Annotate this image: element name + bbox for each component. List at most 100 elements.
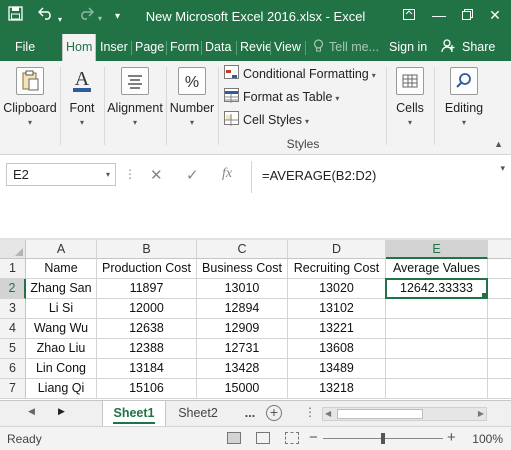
scroll-left-icon[interactable]: ◀	[325, 408, 331, 420]
cell-d2[interactable]: 13020	[288, 279, 386, 299]
cell-e7[interactable]	[386, 379, 488, 399]
tab-home[interactable]: Hom	[62, 34, 96, 61]
drag-handle-icon[interactable]: ⋮	[124, 167, 136, 181]
share-button[interactable]: Share	[459, 34, 499, 61]
cell-d3[interactable]: 13102	[288, 299, 386, 319]
tab-file[interactable]: File	[12, 34, 52, 61]
cancel-icon[interactable]: ✕	[150, 166, 163, 184]
cell-overflow[interactable]	[488, 319, 511, 339]
cell-b2[interactable]: 11897	[97, 279, 197, 299]
formula-input[interactable]: =AVERAGE(B2:D2)	[262, 168, 376, 183]
editing-group[interactable]: Editing ▾	[436, 61, 492, 155]
sheet-tab-sheet2[interactable]: Sheet2	[168, 401, 228, 426]
conditional-formatting-button[interactable]: Conditional Formatting ▾	[224, 64, 376, 84]
sheet-tab-sheet1[interactable]: Sheet1	[102, 401, 166, 426]
row-header-4[interactable]: 4	[0, 319, 26, 339]
cell-overflow[interactable]	[488, 299, 511, 319]
cell-b4[interactable]: 12638	[97, 319, 197, 339]
chevron-down-icon[interactable]: ▾	[106, 164, 110, 185]
cell-a6[interactable]: Lin Cong	[26, 359, 97, 379]
cells-group[interactable]: Cells ▾	[388, 61, 432, 155]
column-header-e[interactable]: E	[386, 240, 488, 259]
cell-e5[interactable]	[386, 339, 488, 359]
collapse-ribbon-icon[interactable]: ▲	[494, 139, 503, 149]
scrollbar-thumb[interactable]	[337, 409, 423, 419]
tab-formulas[interactable]: Form	[167, 34, 201, 61]
cell-e6[interactable]	[386, 359, 488, 379]
row-header-1[interactable]: 1	[0, 259, 26, 279]
cell-b3[interactable]: 12000	[97, 299, 197, 319]
cell-overflow[interactable]	[488, 339, 511, 359]
cell-c3[interactable]: 12894	[197, 299, 288, 319]
cell-b1[interactable]: Production Cost	[97, 259, 197, 279]
tab-review[interactable]: Revie	[237, 34, 270, 61]
insert-function-icon[interactable]: fx	[222, 166, 232, 182]
active-cell[interactable]: 12642.33333	[385, 278, 488, 299]
cell-d4[interactable]: 13221	[288, 319, 386, 339]
cell-a7[interactable]: Liang Qi	[26, 379, 97, 399]
font-group[interactable]: A Font ▾	[62, 61, 102, 155]
format-as-table-button[interactable]: Format as Table ▾	[224, 87, 339, 107]
zoom-slider-thumb[interactable]	[381, 433, 385, 444]
cell-c5[interactable]: 12731	[197, 339, 288, 359]
alignment-group[interactable]: Alignment ▾	[106, 61, 164, 155]
cell-a3[interactable]: Li Si	[26, 299, 97, 319]
cell-a4[interactable]: Wang Wu	[26, 319, 97, 339]
expand-formula-icon[interactable]: ▾	[500, 163, 505, 174]
ribbon-display-icon[interactable]	[398, 5, 420, 25]
cell-d7[interactable]: 13218	[288, 379, 386, 399]
cell-d5[interactable]: 13608	[288, 339, 386, 359]
tab-view[interactable]: View	[271, 34, 305, 61]
cell-styles-button[interactable]: Cell Styles ▾	[224, 110, 309, 130]
next-sheet-icon[interactable]: ▶	[58, 406, 65, 417]
row-header-3[interactable]: 3	[0, 299, 26, 319]
page-layout-view-icon[interactable]	[256, 432, 270, 444]
cell-b5[interactable]: 12388	[97, 339, 197, 359]
row-header-7[interactable]: 7	[0, 379, 26, 399]
tab-page-layout[interactable]: Page	[132, 34, 166, 61]
cell-a5[interactable]: Zhao Liu	[26, 339, 97, 359]
cell-a2[interactable]: Zhang San	[26, 279, 97, 299]
column-header-c[interactable]: C	[197, 240, 288, 259]
cell-overflow[interactable]	[488, 379, 511, 399]
tell-me-search[interactable]: Tell me...	[326, 34, 384, 61]
cell-e4[interactable]	[386, 319, 488, 339]
column-header-overflow[interactable]	[488, 240, 511, 259]
cell-b7[interactable]: 15106	[97, 379, 197, 399]
zoom-out-icon[interactable]: −	[309, 429, 318, 446]
normal-view-icon[interactable]	[227, 432, 241, 444]
row-header-2[interactable]: 2	[0, 279, 26, 299]
cell-c6[interactable]: 13428	[197, 359, 288, 379]
prev-sheet-icon[interactable]: ◀	[28, 406, 35, 417]
column-header-b[interactable]: B	[97, 240, 197, 259]
cell-e1[interactable]: Average Values	[386, 259, 488, 279]
worksheet-grid[interactable]: A B C D E 1 Name Production Cost Business Cost Re…	[0, 240, 511, 400]
cell-overflow[interactable]	[488, 359, 511, 379]
scroll-right-icon[interactable]: ▶	[478, 408, 484, 420]
page-break-view-icon[interactable]	[285, 432, 299, 444]
column-header-d[interactable]: D	[288, 240, 386, 259]
number-group[interactable]: % Number ▾	[168, 61, 216, 155]
cell-c4[interactable]: 12909	[197, 319, 288, 339]
row-header-6[interactable]: 6	[0, 359, 26, 379]
cell-b6[interactable]: 13184	[97, 359, 197, 379]
enter-icon[interactable]: ✓	[186, 166, 199, 184]
row-header-5[interactable]: 5	[0, 339, 26, 359]
column-header-a[interactable]: A	[26, 240, 97, 259]
cell-c1[interactable]: Business Cost	[197, 259, 288, 279]
name-box[interactable]: E2 ▾	[6, 163, 116, 186]
restore-icon[interactable]	[456, 5, 478, 25]
cell-overflow[interactable]	[488, 279, 511, 299]
zoom-in-icon[interactable]: +	[447, 429, 456, 446]
more-sheets-button[interactable]: ...	[238, 401, 262, 426]
tab-data[interactable]: Data	[202, 34, 236, 61]
cell-a1[interactable]: Name	[26, 259, 97, 279]
sign-in-link[interactable]: Sign in	[386, 34, 430, 61]
cell-c7[interactable]: 15000	[197, 379, 288, 399]
horizontal-scrollbar[interactable]: ◀ ▶	[322, 407, 487, 421]
minimize-icon[interactable]: —	[428, 5, 450, 25]
cell-c2[interactable]: 13010	[197, 279, 288, 299]
tab-insert[interactable]: Inser	[97, 34, 131, 61]
zoom-level[interactable]: 100%	[472, 432, 503, 446]
add-sheet-icon[interactable]: +	[266, 405, 282, 421]
